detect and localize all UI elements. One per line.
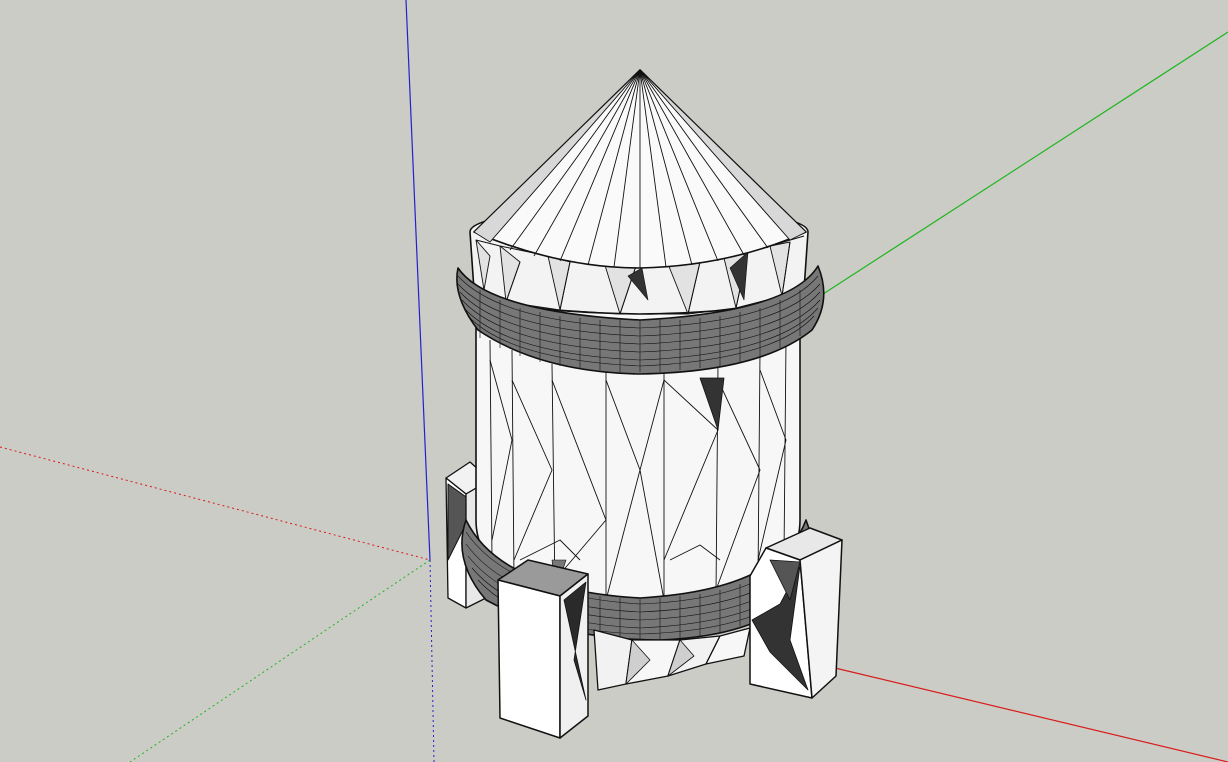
red-axis-positive bbox=[834, 667, 1228, 762]
green-axis-positive bbox=[819, 31, 1228, 297]
model-viewport[interactable] bbox=[0, 0, 1228, 762]
front-leg-right bbox=[749, 527, 843, 699]
red-axis-negative bbox=[0, 446, 431, 561]
viewport-canvas[interactable] bbox=[0, 0, 1228, 762]
green-axis-negative bbox=[129, 559, 431, 762]
tower-model[interactable] bbox=[445, 69, 843, 739]
blue-axis-positive bbox=[405, 0, 431, 561]
blue-axis-negative bbox=[429, 559, 435, 762]
front-leg-left bbox=[497, 559, 589, 739]
cone-roof bbox=[473, 69, 807, 269]
